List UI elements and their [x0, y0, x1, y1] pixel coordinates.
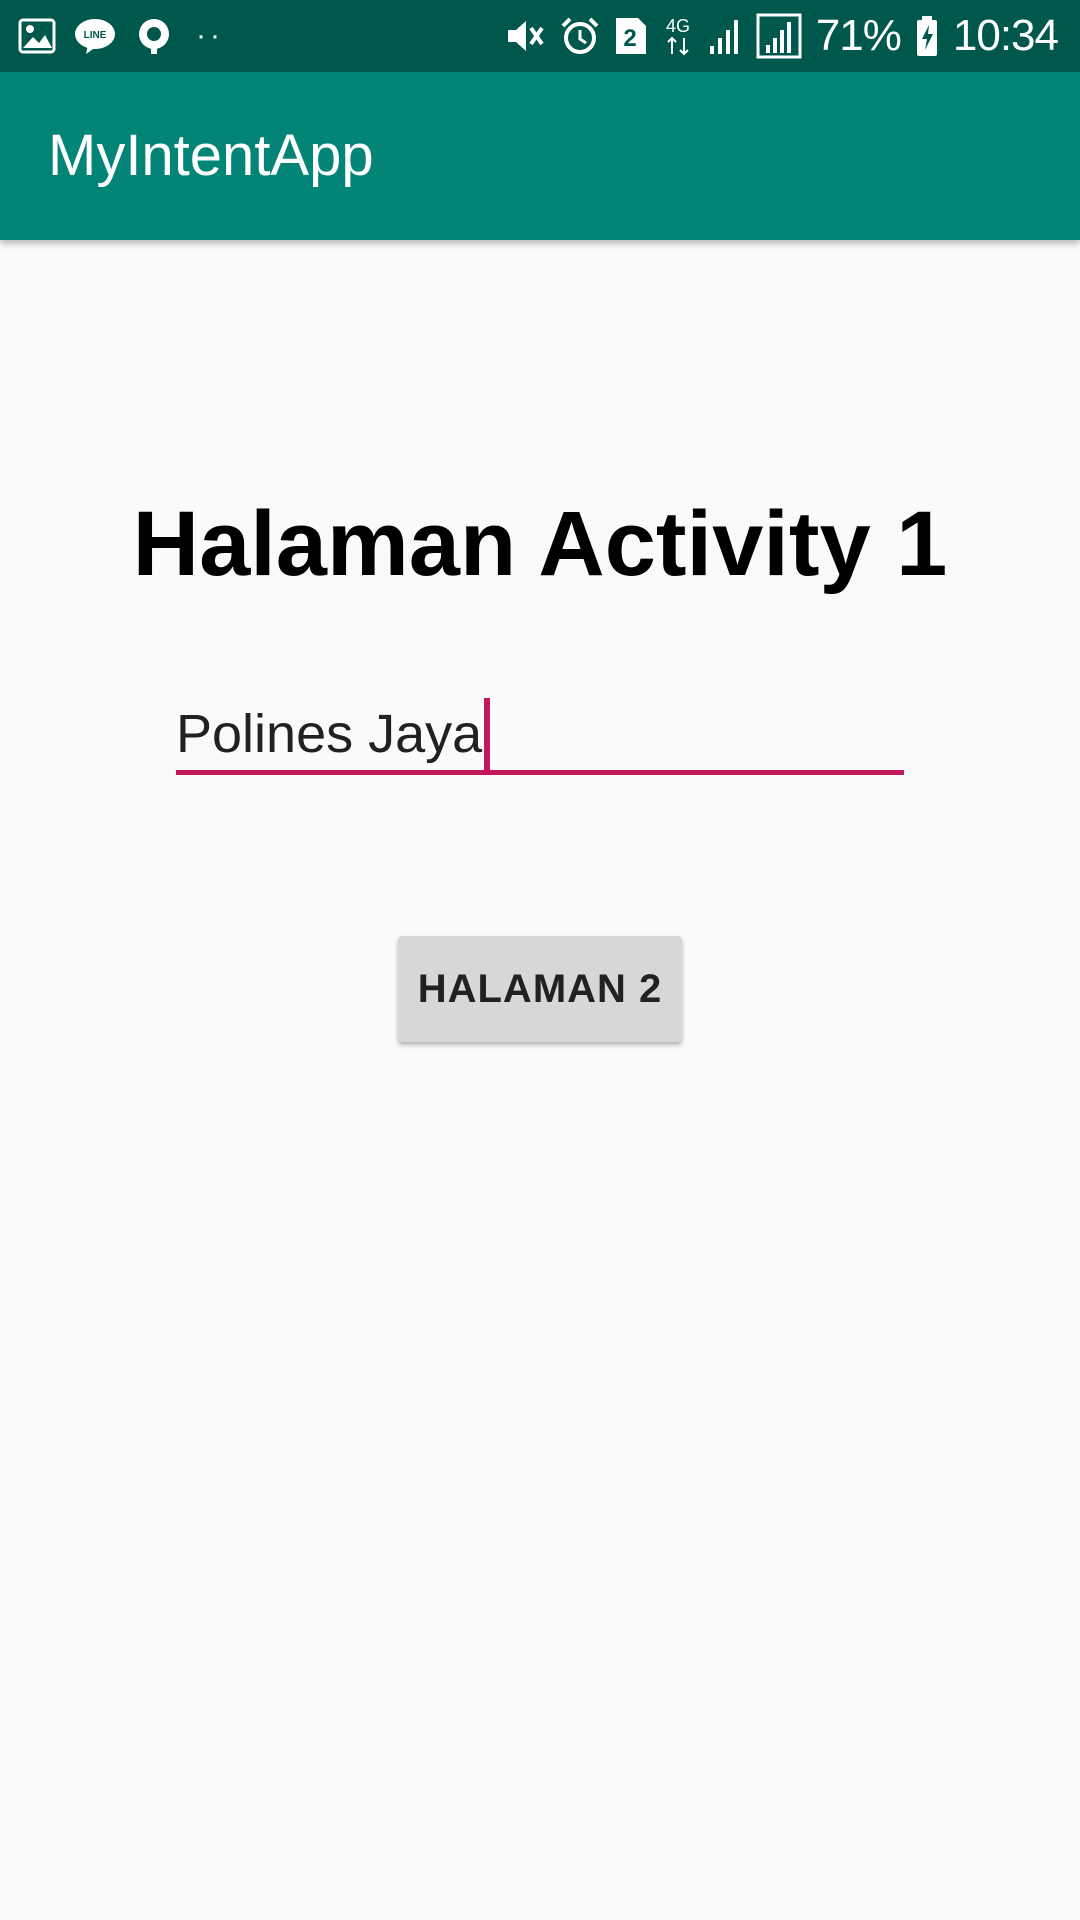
status-bar: LINE ·· 2 4G 71% 10:34 — [0, 0, 1080, 72]
signal-icon — [708, 16, 742, 56]
clock: 10:34 — [952, 11, 1059, 60]
page-heading: Halaman Activity 1 — [132, 493, 948, 595]
status-bar-system: 2 4G 71% 10:34 — [504, 10, 1059, 62]
svg-text:LINE: LINE — [84, 30, 107, 41]
line-app-icon: LINE — [74, 17, 116, 55]
network-type-label: 4G — [666, 16, 690, 36]
notification-overflow-dots: ·· — [196, 19, 224, 52]
network-4g-icon: 4G — [662, 14, 694, 58]
status-bar-notifications: LINE ·· — [18, 14, 224, 58]
app-title: MyIntentApp — [48, 123, 374, 188]
text-input-underline — [176, 770, 904, 775]
text-input-value[interactable]: Polines Jaya — [176, 703, 482, 765]
app-bar: MyIntentApp — [0, 72, 1080, 240]
sim-number-label: 2 — [623, 25, 636, 52]
alarm-icon — [560, 16, 600, 56]
text-input-field[interactable]: Polines Jaya — [176, 684, 904, 776]
text-input-value-wrapper[interactable]: Polines Jaya — [176, 698, 491, 770]
signal-full-icon — [756, 13, 802, 59]
halaman-2-button-label: HALAMAN 2 — [417, 966, 663, 1011]
sim-2-icon: 2 — [614, 16, 648, 56]
text-cursor — [484, 698, 491, 770]
location-icon — [134, 16, 174, 56]
vibrate-mute-icon — [504, 16, 546, 56]
battery-percent: 71% — [815, 11, 902, 60]
battery-charging-icon — [915, 15, 939, 57]
gallery-icon — [18, 18, 56, 54]
halaman-2-button[interactable]: HALAMAN 2 — [398, 936, 682, 1042]
